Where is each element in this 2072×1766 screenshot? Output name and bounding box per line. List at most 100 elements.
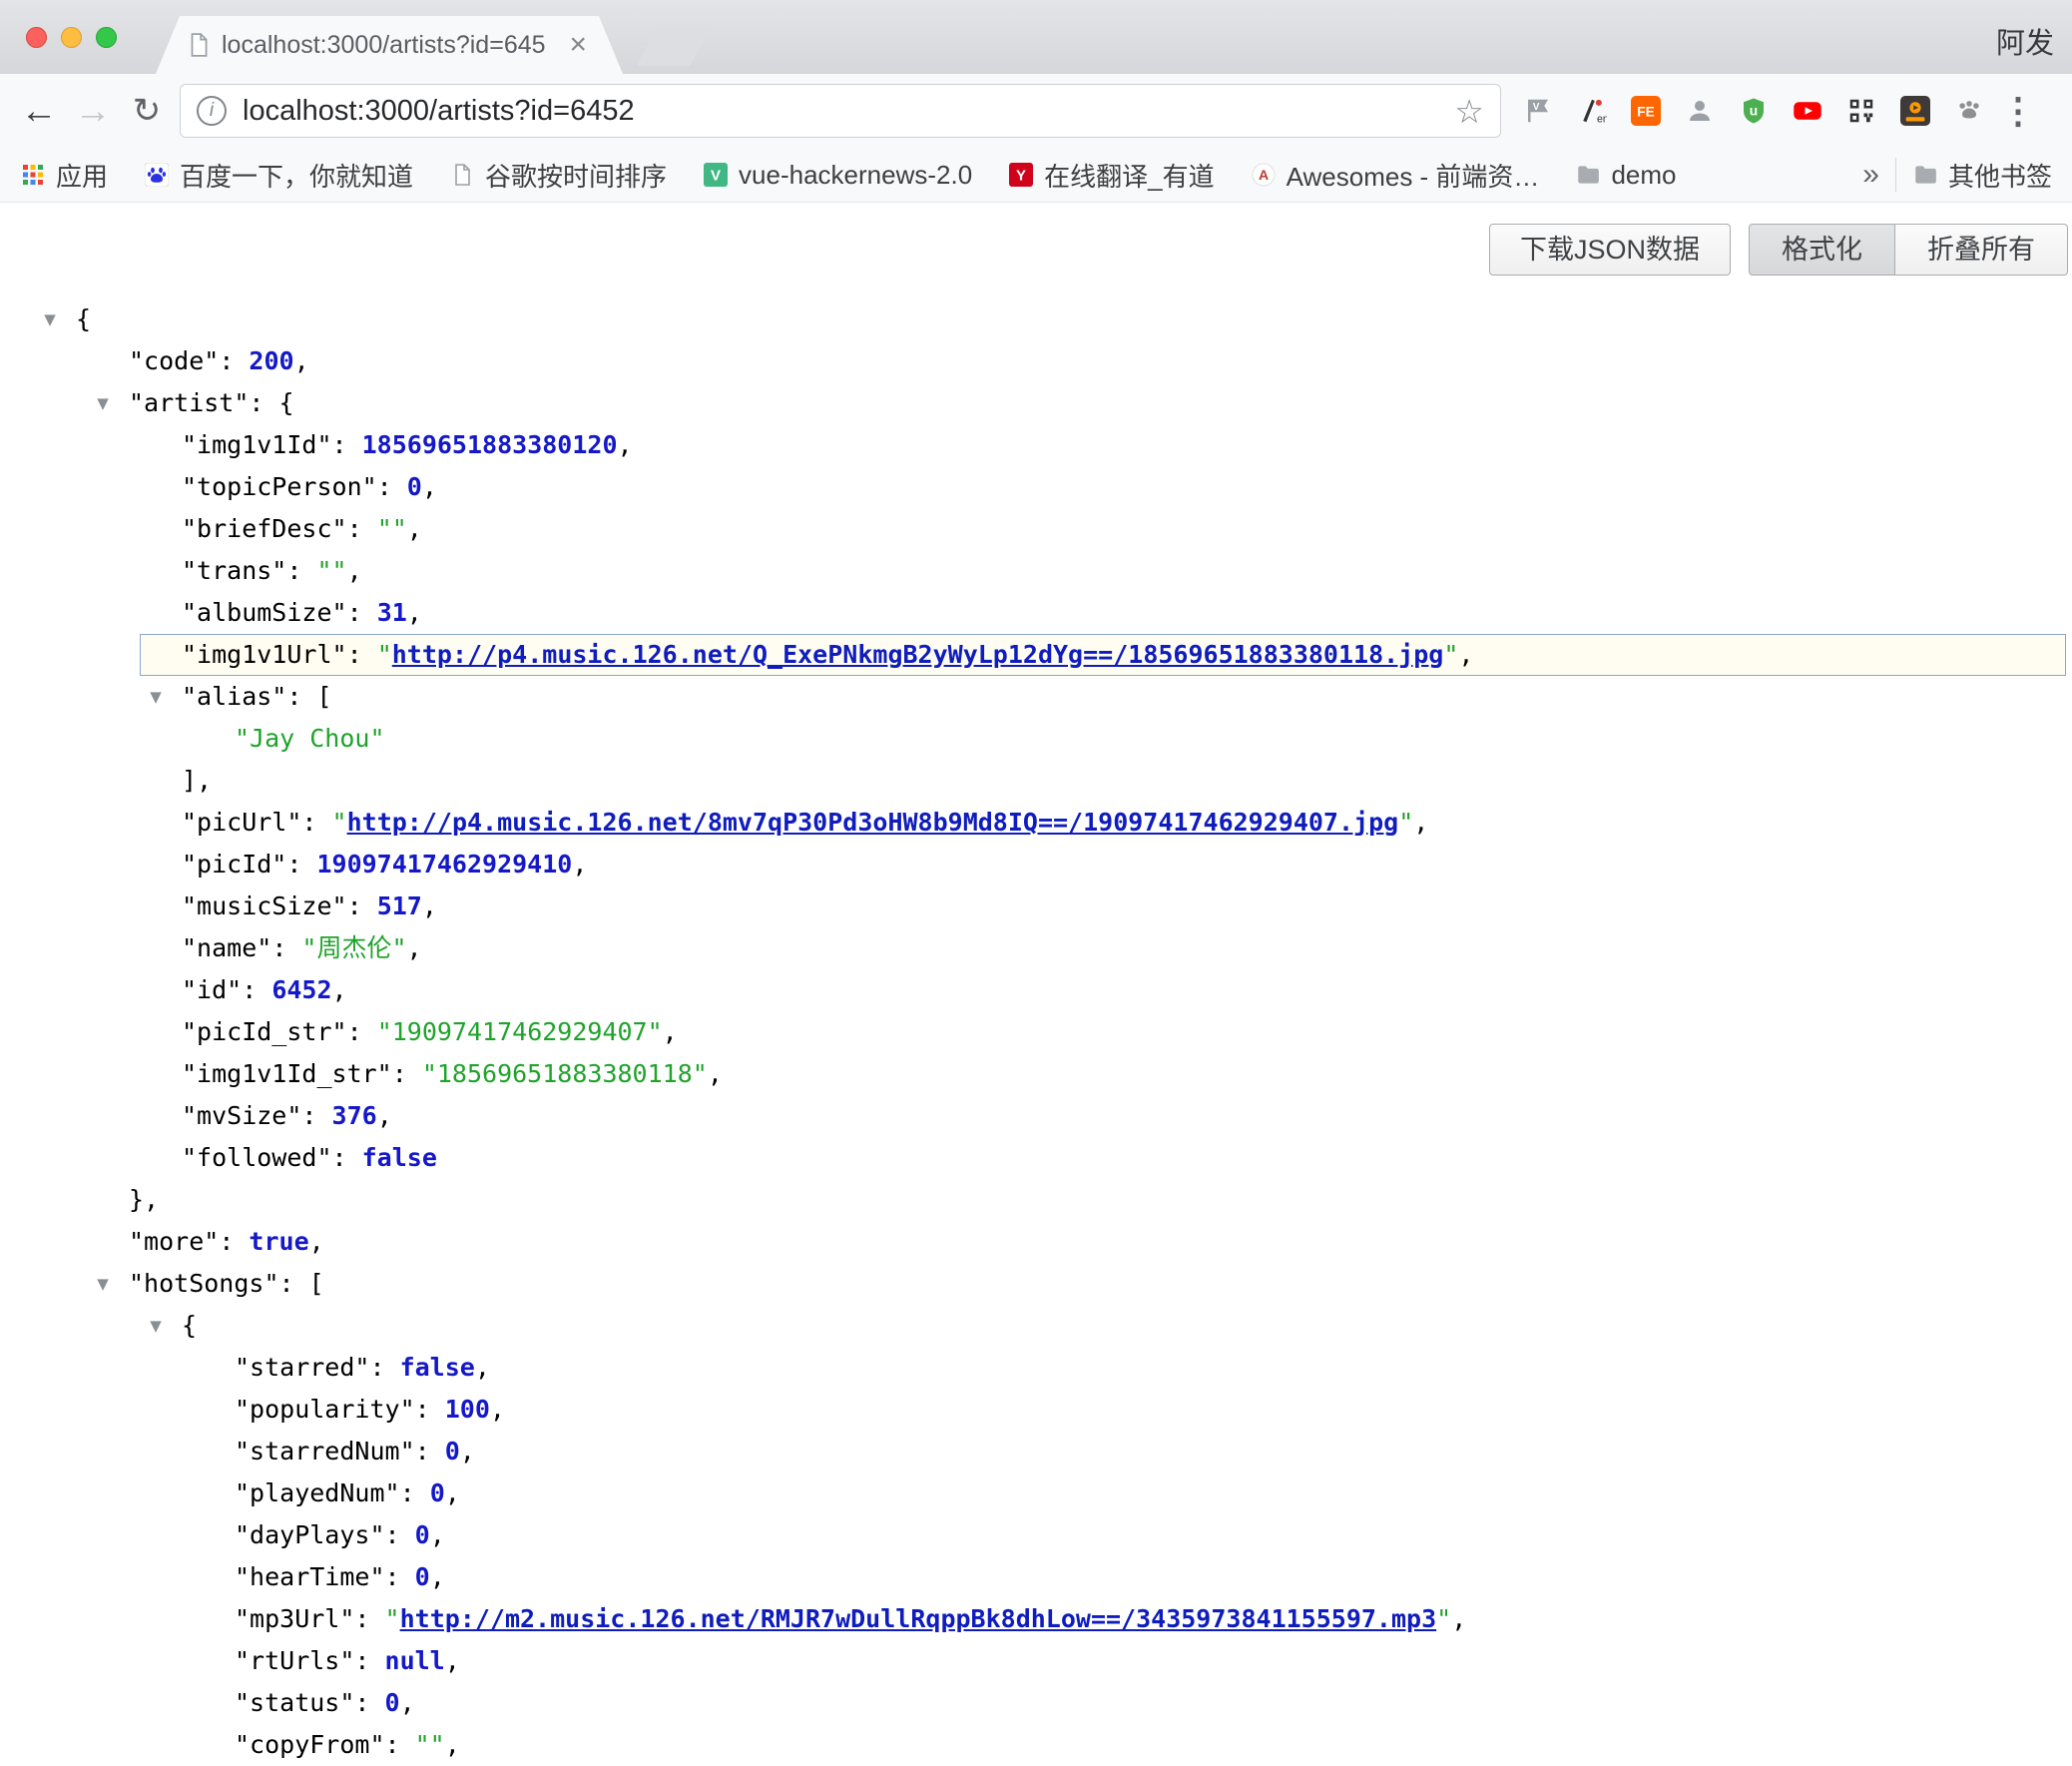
qrcode-extension-icon[interactable] <box>1840 90 1882 132</box>
collapse-arrow-icon[interactable]: ▼ <box>91 382 115 424</box>
other-bookmarks[interactable]: 其他书签 <box>1912 157 2052 194</box>
browser-tab[interactable]: localhost:3000/artists?id=645 × <box>180 16 599 74</box>
collapse-arrow-icon[interactable]: ▼ <box>38 298 62 340</box>
json-line: "playedNum": 0, <box>0 1472 2072 1514</box>
json-key: "copyFrom" <box>235 1730 385 1759</box>
json-line: "Jay Chou" <box>0 718 2072 760</box>
json-punctuation: , <box>1413 808 1428 837</box>
json-number: 0 <box>430 1478 445 1507</box>
json-string: "" <box>415 1730 445 1759</box>
json-punctuation: , <box>572 850 587 879</box>
url-text[interactable]: localhost:3000/artists?id=6452 <box>243 95 1446 128</box>
browser-menu-icon[interactable]: ⋮ <box>1996 90 2040 132</box>
json-punctuation: [ <box>309 1269 324 1298</box>
browser-toolbar: ← → ↻ i localhost:3000/artists?id=6452 ☆… <box>0 74 2072 148</box>
json-line: "popularity": 100, <box>0 1389 2072 1431</box>
zoom-window-button[interactable] <box>96 27 117 48</box>
json-line: ], <box>0 760 2072 802</box>
json-literal: true <box>249 1227 308 1256</box>
json-link[interactable]: http://p4.music.126.net/Q_ExePNkmgB2yWyL… <box>392 640 1444 669</box>
download-json-button[interactable]: 下载JSON数据 <box>1489 224 1731 276</box>
bookmark-item[interactable]: 应用 <box>20 157 108 194</box>
page-icon <box>449 162 475 188</box>
json-line: ▼"alias": [ <box>0 676 2072 718</box>
bookmarks-overflow-icon[interactable]: » <box>1862 158 1879 192</box>
bookmark-item[interactable]: Y在线翻译_有道 <box>1008 157 1214 194</box>
json-line: "name": "周杰伦", <box>0 927 2072 969</box>
json-string: "" <box>316 556 346 585</box>
json-key: "dayPlays" <box>235 1520 385 1549</box>
svg-text:en: en <box>1597 113 1607 125</box>
json-line: ▼"artist": { <box>0 382 2072 424</box>
json-punctuation: : <box>347 598 377 627</box>
json-punctuation: : <box>242 975 271 1004</box>
json-punctuation: { <box>76 304 91 333</box>
bookmark-item[interactable]: 百度一下，你就知道 <box>144 157 413 194</box>
json-punctuation: , <box>294 346 309 375</box>
format-button[interactable]: 格式化 <box>1749 224 1895 276</box>
shield-extension-icon[interactable]: u <box>1733 90 1775 132</box>
minimize-window-button[interactable] <box>61 27 82 48</box>
bookmark-item[interactable]: AAwesomes - 前端资… <box>1251 157 1540 194</box>
json-punctuation: , <box>407 514 422 543</box>
json-string: "周杰伦" <box>301 933 406 962</box>
json-line: "starred": false, <box>0 1347 2072 1389</box>
json-line: "trans": "", <box>0 550 2072 592</box>
json-link[interactable]: http://p4.music.126.net/8mv7qP30Pd3oHW8b… <box>347 808 1399 837</box>
bookmark-item[interactable]: 谷歌按时间排序 <box>449 157 667 194</box>
collapse-arrow-icon[interactable]: ▼ <box>91 1263 115 1305</box>
fehelper-extension-icon[interactable]: FE <box>1625 90 1667 132</box>
json-number: 0 <box>415 1520 430 1549</box>
contacts-extension-icon[interactable] <box>1679 90 1721 132</box>
bookmark-item[interactable]: Vvue-hackernews-2.0 <box>703 160 972 191</box>
profile-name[interactable]: 阿发 <box>1996 20 2054 62</box>
bookmarks-items: 应用 百度一下，你就知道谷歌按时间排序 Vvue-hackernews-2.0 Y在线… <box>20 157 1712 194</box>
json-line: "copyFrom": "", <box>0 1724 2072 1766</box>
json-punctuation: , <box>407 933 422 962</box>
tab-close-icon[interactable]: × <box>563 28 593 62</box>
json-punctuation: }, <box>129 1185 159 1214</box>
json-punctuation: : <box>332 1143 362 1172</box>
youdao-icon: Y <box>1008 162 1034 188</box>
json-number: 6452 <box>271 975 331 1004</box>
youtube-extension-icon[interactable] <box>1787 90 1828 132</box>
back-button[interactable]: ← <box>12 90 66 132</box>
collapse-arrow-icon[interactable]: ▼ <box>144 676 168 718</box>
address-bar[interactable]: i localhost:3000/artists?id=6452 ☆ <box>180 84 1501 138</box>
json-key: "mvSize" <box>182 1101 301 1130</box>
v-flag-extension-icon[interactable]: V <box>1517 90 1559 132</box>
close-window-button[interactable] <box>26 27 47 48</box>
json-line: "img1v1Id": 18569651883380120, <box>0 424 2072 466</box>
json-line: "id": 6452, <box>0 969 2072 1011</box>
reload-button[interactable]: ↻ <box>120 91 174 131</box>
collapse-arrow-icon[interactable]: ▼ <box>144 1305 168 1347</box>
new-tab-button[interactable] <box>636 26 711 66</box>
json-punctuation: [ <box>316 682 331 711</box>
bookmark-star-icon[interactable]: ☆ <box>1454 92 1484 131</box>
json-punctuation: , <box>309 1227 324 1256</box>
json-punctuation: : <box>354 1688 384 1717</box>
player-extension-icon[interactable] <box>1894 90 1936 132</box>
json-punctuation: , <box>430 1520 445 1549</box>
json-key: "artist" <box>129 388 249 417</box>
collapse-all-button[interactable]: 折叠所有 <box>1895 224 2068 276</box>
json-line: "picId_str": "19097417462929407", <box>0 1011 2072 1053</box>
json-punctuation: , <box>1451 1604 1466 1633</box>
json-line: "briefDesc": "", <box>0 508 2072 550</box>
json-line: "hearTime": 0, <box>0 1556 2072 1598</box>
json-number: 200 <box>249 346 293 375</box>
json-punctuation: , <box>445 1646 460 1675</box>
site-info-icon[interactable]: i <box>197 96 227 126</box>
json-link[interactable]: http://m2.music.126.net/RMJR7wDullRqppBk… <box>400 1604 1437 1633</box>
json-punctuation: : <box>301 808 331 837</box>
paw-extension-icon[interactable] <box>1948 90 1990 132</box>
json-literal: null <box>385 1646 445 1675</box>
json-line: "albumSize": 31, <box>0 592 2072 634</box>
bookmark-label: 百度一下，你就知道 <box>180 157 413 194</box>
json-punctuation: , <box>422 891 437 920</box>
json-number: 31 <box>377 598 407 627</box>
json-punctuation: , <box>1458 640 1473 669</box>
translate-extension-icon[interactable]: en <box>1571 90 1613 132</box>
folder-icon <box>1912 162 1938 188</box>
bookmark-item[interactable]: demo <box>1575 160 1676 191</box>
